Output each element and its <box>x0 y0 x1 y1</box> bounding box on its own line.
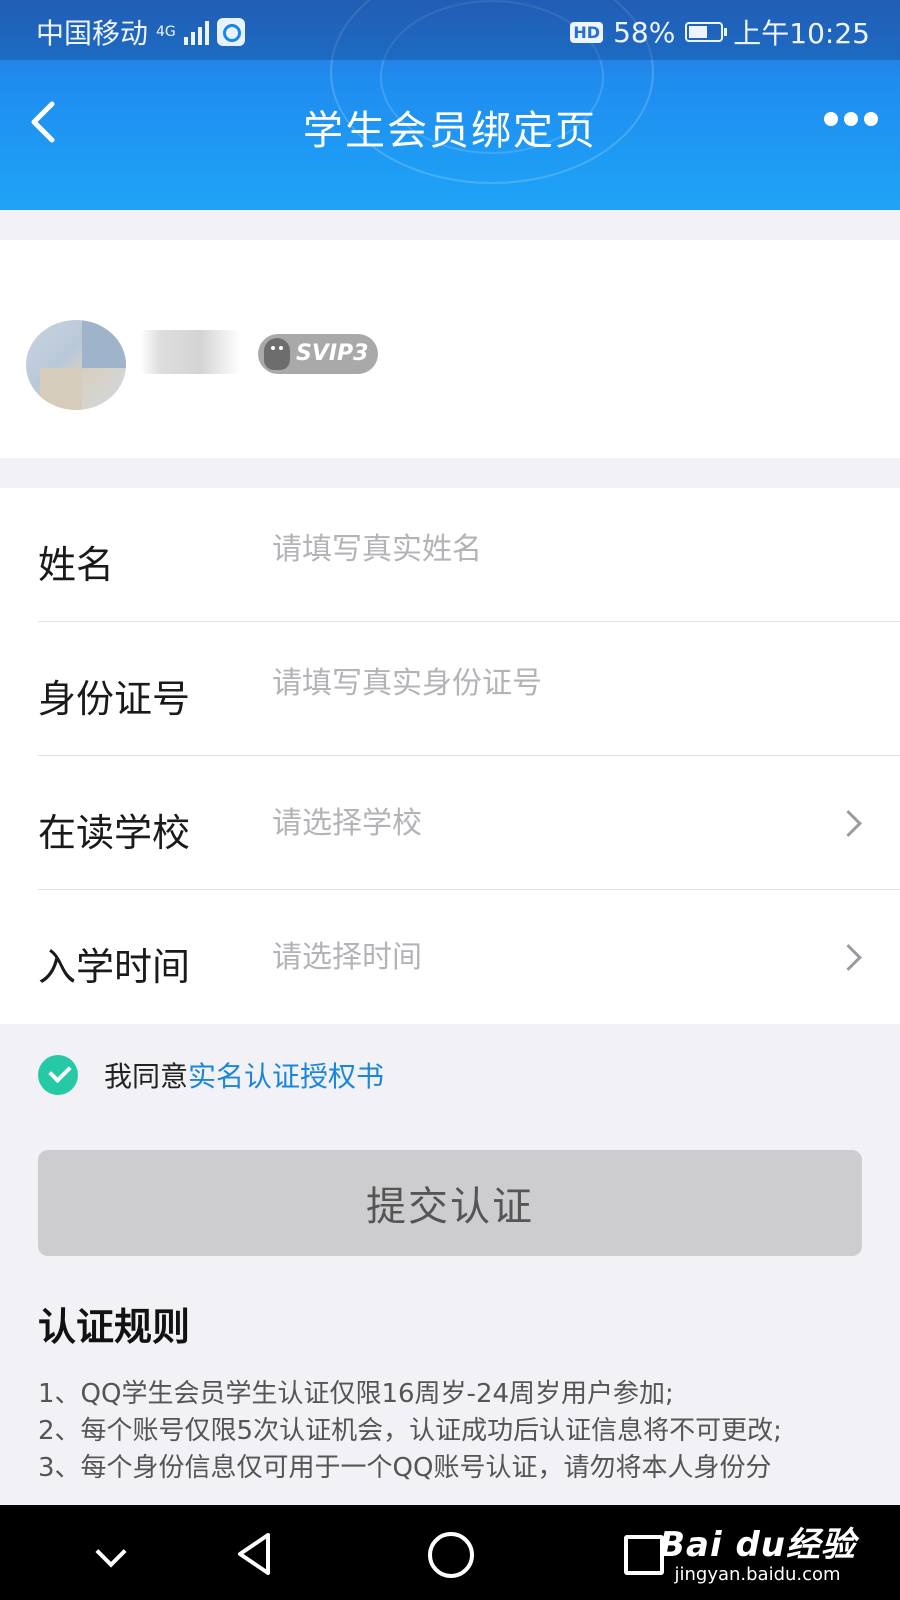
nav-home-icon[interactable] <box>428 1532 474 1578</box>
rules-title: 认证规则 <box>38 1305 191 1349</box>
status-bar-left: 中国移动 4G <box>36 12 245 52</box>
rule-item: 1、QQ学生会员学生认证仅限16周岁-24周岁用户参加; <box>38 1379 674 1409</box>
clock: 上午10:25 <box>733 17 870 50</box>
chevron-right-icon <box>835 810 862 837</box>
rules-list: 1、QQ学生会员学生认证仅限16周岁-24周岁用户参加; 2、每个账号仅限5次认… <box>38 1376 868 1487</box>
battery-icon <box>685 22 728 42</box>
page-title: 学生会员绑定页 <box>303 108 597 154</box>
enroll-time-placeholder: 请选择时间 <box>272 940 422 975</box>
avatar <box>26 320 126 410</box>
hd-badge: HD <box>570 21 604 43</box>
nav-recent-icon[interactable] <box>624 1535 664 1575</box>
android-nav-bar: Bai du经验 jingyan.baidu.com <box>0 1505 900 1600</box>
status-bar-right: HD 58% 上午10:25 <box>570 12 870 52</box>
more-icon[interactable] <box>824 112 878 126</box>
carrier-name: 中国移动 <box>36 17 149 50</box>
nickname-blurred <box>140 330 240 374</box>
nav-bar: 学生会员绑定页 <box>0 60 900 210</box>
watermark-logo: Bai du经验 <box>659 1525 856 1565</box>
name-label: 姓名 <box>38 543 115 587</box>
header: 中国移动 4G HD 58% 上午10:25 学生会员绑定页 <box>0 0 900 210</box>
agreement-checkbox[interactable] <box>38 1055 78 1095</box>
school-select[interactable]: 在读学校 请选择学校 <box>0 756 900 890</box>
submit-button[interactable]: 提交认证 <box>38 1150 862 1256</box>
rule-item: 3、每个身份信息仅可用于一个QQ账号认证，请勿将本人身份分 <box>38 1453 772 1483</box>
nav-back-icon[interactable] <box>232 1531 278 1577</box>
binding-form: 姓名 身份证号 在读学校 请选择学校 入学时间 请选择时间 <box>0 488 900 1024</box>
penguin-icon <box>264 338 290 370</box>
enroll-time-select[interactable]: 入学时间 请选择时间 <box>0 890 900 1024</box>
svip-badge-label: SVIP3 <box>296 341 369 366</box>
form-row-id-number: 身份证号 <box>0 622 900 756</box>
agreement-row: 我同意 实名认证授权书 <box>38 1054 384 1096</box>
chevron-down-icon[interactable] <box>95 1536 127 1568</box>
enroll-time-label: 入学时间 <box>38 945 191 989</box>
network-type: 4G <box>156 24 176 40</box>
agreement-link[interactable]: 实名认证授权书 <box>188 1055 384 1095</box>
school-placeholder: 请选择学校 <box>272 806 422 841</box>
baidu-watermark: Bai du经验 jingyan.baidu.com <box>659 1517 856 1585</box>
school-label: 在读学校 <box>38 811 191 855</box>
agreement-prefix: 我同意 <box>104 1060 189 1093</box>
qq-browser-icon <box>216 18 245 46</box>
id-number-input[interactable] <box>272 658 832 708</box>
form-row-name: 姓名 <box>0 488 900 622</box>
profile-card: SVIP3 <box>0 240 900 458</box>
name-input[interactable] <box>272 524 832 574</box>
watermark-url: jingyan.baidu.com <box>674 1564 841 1585</box>
svip-badge: SVIP3 <box>258 334 378 374</box>
status-bar: 中国移动 4G HD 58% 上午10:25 <box>0 0 900 60</box>
chevron-right-icon <box>835 944 862 971</box>
signal-icon <box>183 19 209 45</box>
id-number-label: 身份证号 <box>38 677 191 721</box>
battery-percent: 58% <box>613 15 676 49</box>
rule-item: 2、每个账号仅限5次认证机会，认证成功后认证信息将不可更改; <box>38 1416 782 1446</box>
